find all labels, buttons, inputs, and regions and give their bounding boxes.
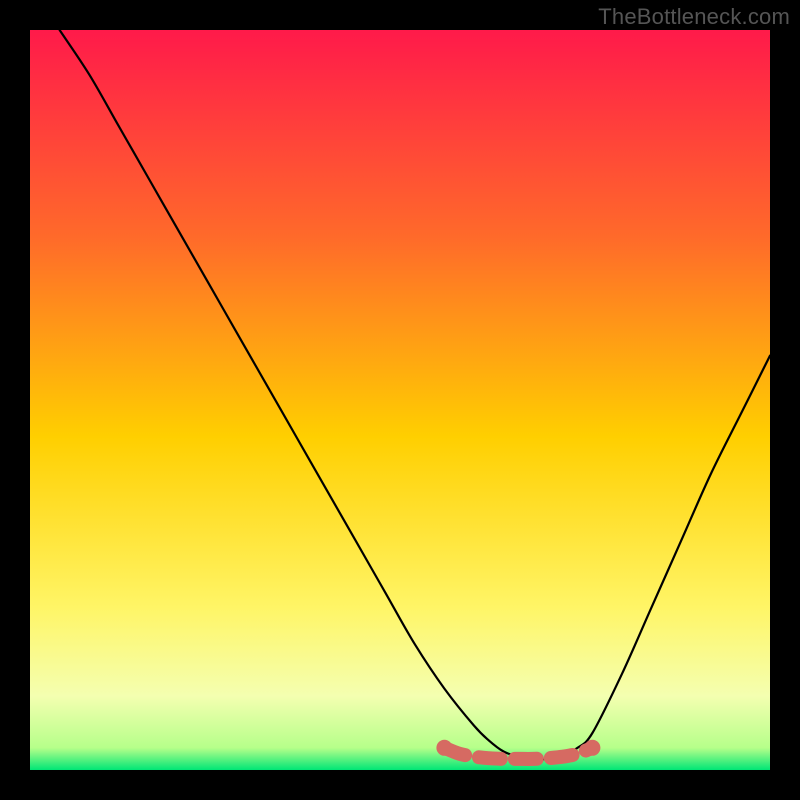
highlight-start-dot — [436, 740, 452, 756]
highlight-end-dot — [584, 740, 600, 756]
chart-svg — [30, 30, 770, 770]
watermark-text: TheBottleneck.com — [598, 4, 790, 30]
chart-frame — [30, 30, 770, 770]
gradient-background — [30, 30, 770, 770]
